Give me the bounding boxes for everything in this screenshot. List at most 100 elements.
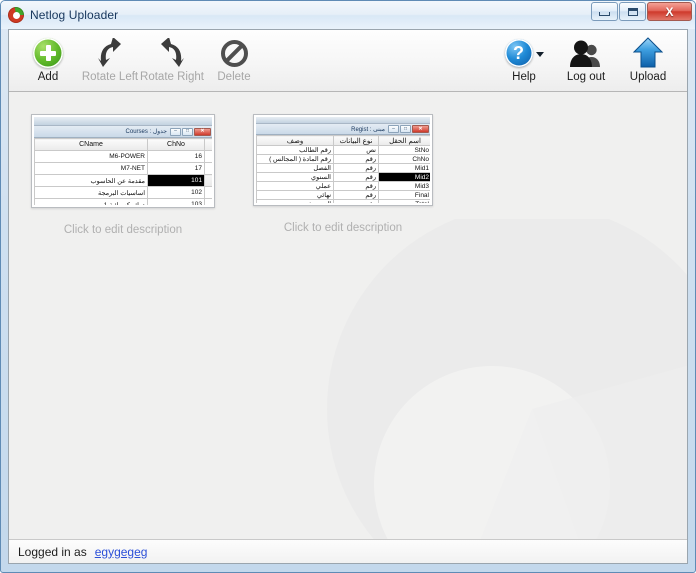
help-button-label: Help	[512, 71, 536, 83]
client-area: Add Rotate Left Rotate Right Delete ? He…	[8, 29, 688, 564]
table-row: عملي رقم Mid3	[256, 181, 430, 191]
cell-chno: 102	[147, 186, 205, 199]
mini-window-courses: جدول : Courses – □ ✕ CName ChNo M6-POWER…	[34, 117, 212, 205]
minimize-button[interactable]	[591, 2, 618, 21]
application-window: Netlog Uploader X Add Rotate Left Rotate…	[0, 0, 696, 573]
status-label: Logged in as	[18, 544, 87, 559]
chevron-down-icon[interactable]	[535, 51, 544, 57]
cell-cname: M6-POWER	[34, 150, 148, 163]
cell-field: Mid1	[378, 163, 430, 173]
cell-desc: نهائي	[256, 190, 334, 200]
mini-window-topstrip	[34, 117, 212, 126]
mini-window-titlebar: مبنى : Regist – □ ✕	[256, 124, 430, 135]
status-bar: Logged in as egygegeg	[9, 539, 687, 563]
thumbnail-frame-regist[interactable]: مبنى : Regist – □ ✕ وصف نوع البيانات اسم…	[253, 114, 433, 206]
thumbnail-description[interactable]: Click to edit description	[64, 224, 182, 236]
rotate-right-icon	[155, 37, 189, 69]
logout-button[interactable]: Log out	[555, 35, 617, 83]
cell-field: Total	[378, 199, 430, 203]
regist-design-table: وصف نوع البيانات اسم الحقل رقم الطالب نص…	[256, 135, 430, 203]
mini-close-button: ✕	[194, 127, 211, 136]
mini-minimize-button: –	[388, 125, 399, 133]
thumbnail-item[interactable]: جدول : Courses – □ ✕ CName ChNo M6-POWER…	[31, 114, 215, 236]
toolbar-right-group: ? Help Log out Upload	[493, 35, 679, 83]
cell-type: رقم	[333, 190, 379, 200]
question-circle-icon: ?	[502, 37, 546, 69]
cell-tail	[204, 198, 212, 205]
mini-window-regist: مبنى : Regist – □ ✕ وصف نوع البيانات اسم…	[256, 117, 430, 203]
table-row: M7-NET 17	[34, 162, 212, 175]
table-row: دوائر كهربائية 1 103	[34, 198, 212, 205]
logout-button-label: Log out	[566, 71, 606, 83]
cell-type: رقم	[333, 172, 379, 182]
cell-cname: M7-NET	[34, 162, 148, 175]
thumbnail-description[interactable]: Click to edit description	[284, 222, 402, 234]
cell-field: Final	[378, 190, 430, 200]
mini-maximize-button: □	[400, 125, 411, 133]
table-row: نهائي رقم Final	[256, 190, 430, 200]
delete-button-label: Delete	[217, 71, 251, 83]
cell-chno: 17	[147, 162, 205, 175]
close-button[interactable]: X	[647, 2, 692, 21]
rotate-left-button[interactable]: Rotate Left	[79, 35, 141, 83]
mini-maximize-button: □	[182, 127, 193, 136]
column-header-field: اسم الحقل	[378, 135, 430, 146]
cell-field: Mid3	[378, 181, 430, 191]
thumbnail-item[interactable]: مبنى : Regist – □ ✕ وصف نوع البيانات اسم…	[253, 114, 433, 236]
no-entry-icon	[217, 37, 251, 69]
table-row: المجموع رقم Total	[256, 199, 430, 203]
cell-desc: عملي	[256, 181, 334, 191]
toolbar-left-group: Add Rotate Left Rotate Right Delete	[17, 35, 265, 83]
table-row: مقدمة عن الحاسوب 101 ◂	[34, 174, 212, 187]
status-user-link[interactable]: egygegeg	[95, 545, 148, 559]
table-row: M6-POWER 16	[34, 150, 212, 163]
title-bar[interactable]: Netlog Uploader X	[1, 1, 695, 29]
minimize-icon	[599, 12, 610, 16]
close-icon: X	[665, 4, 674, 19]
column-header-chno: ChNo	[147, 138, 205, 151]
cell-type: رقم	[333, 199, 379, 203]
table-row: السنوي رقم Mid2 ◂	[256, 172, 430, 182]
cell-tail	[204, 150, 212, 163]
cell-type: رقم	[333, 154, 379, 164]
thumbnail-frame-courses[interactable]: جدول : Courses – □ ✕ CName ChNo M6-POWER…	[31, 114, 215, 208]
courses-table: CName ChNo M6-POWER 16 M7-NET 17 مقدمة ع…	[34, 138, 212, 205]
background-watermark	[327, 219, 687, 539]
cell-type: رقم	[333, 163, 379, 173]
maximize-button[interactable]	[619, 2, 646, 21]
thumbnail-canvas[interactable]: جدول : Courses – □ ✕ CName ChNo M6-POWER…	[9, 92, 687, 539]
delete-button[interactable]: Delete	[203, 35, 265, 83]
cell-chno-selected: 101	[147, 174, 205, 187]
rotate-left-button-label: Rotate Left	[81, 71, 139, 83]
rotate-right-button-label: Rotate Right	[140, 71, 204, 83]
mini-minimize-button: –	[170, 127, 181, 136]
cell-cname: اساسيات البرمجة	[34, 186, 148, 199]
table-row: اساسيات البرمجة 102	[34, 186, 212, 199]
cell-chno: 16	[147, 150, 205, 163]
cell-chno: 103	[147, 198, 205, 205]
help-button[interactable]: ? Help	[493, 35, 555, 83]
cell-desc: السنوي	[256, 172, 334, 182]
cell-field: ChNo	[378, 154, 430, 164]
up-arrow-icon	[631, 37, 665, 69]
column-header-cname: CName	[34, 138, 148, 151]
cell-cname: دوائر كهربائية 1	[34, 198, 148, 205]
upload-button[interactable]: Upload	[617, 35, 679, 83]
row-marker-icon: ◂	[204, 174, 212, 187]
plus-circle-icon	[31, 37, 65, 69]
mini-window-title: جدول : Courses	[125, 129, 167, 135]
cell-desc: رقم الطالب	[256, 145, 334, 155]
mini-window-titlebar: جدول : Courses – □ ✕	[34, 126, 212, 138]
add-button-label: Add	[37, 71, 59, 83]
add-button[interactable]: Add	[17, 35, 79, 83]
column-header-tail	[204, 138, 212, 151]
table-header-row: CName ChNo	[34, 138, 212, 151]
table-row: رقم الطالب نص StNo	[256, 145, 430, 155]
maximize-icon	[627, 7, 638, 16]
column-header-type: نوع البيانات	[333, 135, 379, 146]
rotate-left-icon	[93, 37, 127, 69]
cell-field-selected: Mid2	[378, 172, 430, 182]
upload-button-label: Upload	[629, 71, 667, 83]
rotate-right-button[interactable]: Rotate Right	[140, 35, 204, 83]
cell-desc: المجموع	[256, 199, 334, 203]
